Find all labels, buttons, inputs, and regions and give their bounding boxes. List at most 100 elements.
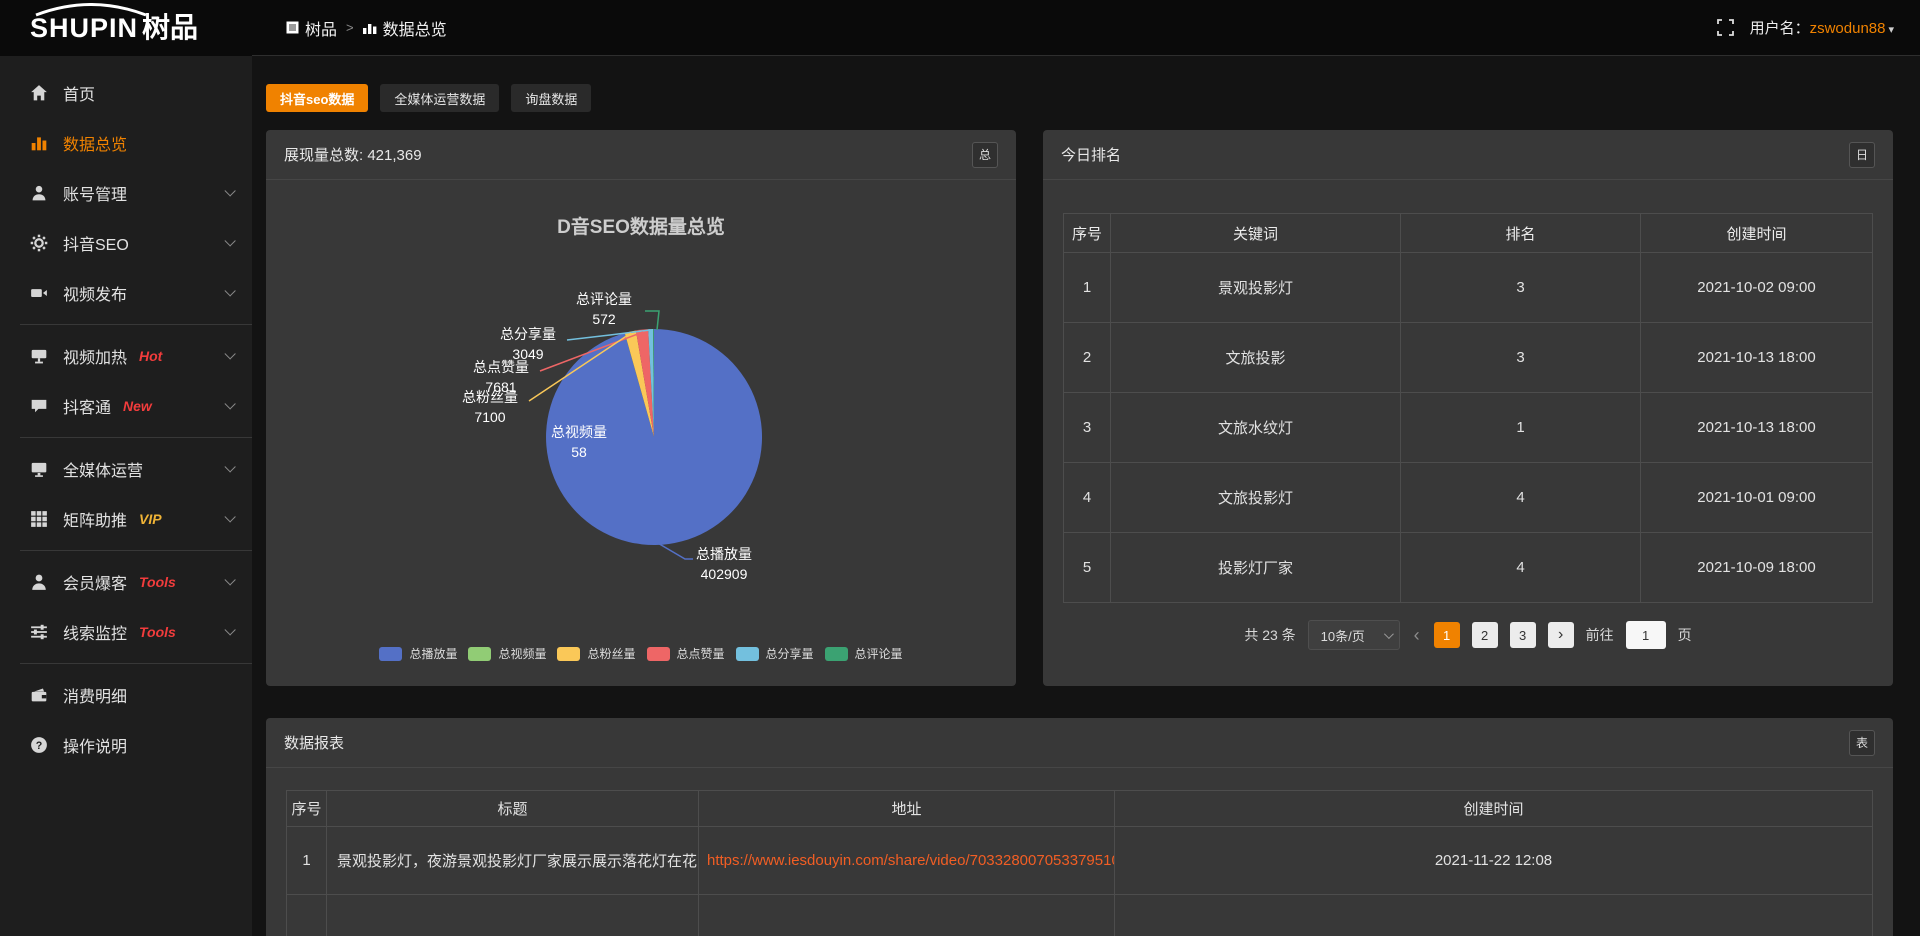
impressions-title: 展现量总数: 421,369 (284, 144, 422, 165)
total-toggle-button[interactable]: 总 (972, 142, 998, 168)
ranking-table: 序号 关键词 排名 创建时间 1景观投影灯32021-10-02 09:00 (1063, 213, 1873, 603)
badge-vip: VIP (139, 511, 162, 527)
legend-item-fans[interactable]: 总粉丝量 (557, 645, 635, 662)
page-size-select[interactable]: 10条/页 (1308, 620, 1400, 650)
person-icon (30, 573, 48, 591)
sidebar-item-video-heat[interactable]: 视频加热 Hot (0, 331, 252, 381)
user-icon (30, 184, 48, 202)
sidebar-item-video-publish[interactable]: 视频发布 (0, 268, 252, 318)
gear-icon (30, 234, 48, 252)
chart-legend: 总播放量 总视频量 总粉丝量 总点赞量 总分享量 总评论量 (266, 645, 1016, 662)
sidebar-item-home[interactable]: 首页 (0, 68, 252, 118)
tab-inquiry-data[interactable]: 询盘数据 (511, 84, 591, 112)
legend-item-likes[interactable]: 总点赞量 (647, 645, 725, 662)
home-icon (30, 84, 48, 102)
breadcrumb-current[interactable]: 数据总览 (363, 16, 447, 40)
fullscreen-icon[interactable] (1717, 19, 1734, 36)
chart-title: D音SEO数据量总览 (266, 212, 1016, 239)
next-page-button[interactable]: › (1548, 622, 1574, 648)
pagination-total: 共 23 条 (1244, 625, 1295, 645)
data-tabs: 抖音seo数据 全媒体运营数据 询盘数据 (266, 84, 1893, 112)
question-circle-icon: ? (30, 736, 48, 754)
sidebar-item-all-media[interactable]: 全媒体运营 (0, 444, 252, 494)
app-square-icon (286, 21, 299, 34)
sidebar-item-clue-monitor[interactable]: 线索监控 Tools (0, 607, 252, 657)
grid-icon (30, 510, 48, 528)
topbar: SHUPIN 树品 树品 > 数据总览 用户名：zswodun88▾ (0, 0, 1920, 56)
sidebar-item-account[interactable]: 账号管理 (0, 168, 252, 218)
username: zswodun88 (1810, 20, 1886, 37)
page-button-3[interactable]: 3 (1510, 622, 1536, 648)
table-row: 1 景观投影灯，夜游景观投影灯厂家展示展示落花灯在花园里的灯光投影应用效果 # … (287, 827, 1873, 895)
user-label: 用户名： (1750, 20, 1810, 37)
legend-item-videos[interactable]: 总视频量 (468, 645, 546, 662)
sidebar-item-member-tools[interactable]: 会员爆客 Tools (0, 557, 252, 607)
impressions-panel: 展现量总数: 421,369 总 D音SEO数据量总览 总评论 (266, 130, 1016, 686)
screen-heat-icon (30, 347, 48, 365)
sidebar-item-douyin-seo[interactable]: 抖音SEO (0, 218, 252, 268)
sidebar: 首页 数据总览 账号管理 抖音SEO 视频发布 视频加热 Hot (0, 56, 252, 936)
sidebar-item-matrix-boost[interactable]: 矩阵助推 VIP (0, 494, 252, 544)
prev-page-button[interactable]: ‹ (1412, 625, 1422, 646)
goto-label: 前往 (1586, 625, 1614, 645)
legend-item-comments[interactable]: 总评论量 (825, 645, 903, 662)
chevron-down-icon (224, 235, 235, 246)
breadcrumb: 树品 > 数据总览 (286, 16, 447, 40)
sidebar-divider (20, 324, 252, 325)
bar-chart-icon (363, 21, 377, 34)
sidebar-divider (20, 437, 252, 438)
table-row: 4文旅投影灯42021-10-01 09:00 (1064, 463, 1873, 533)
chevron-down-icon (224, 574, 235, 585)
page-button-2[interactable]: 2 (1472, 622, 1498, 648)
sidebar-item-consumption[interactable]: 消费明细 (0, 670, 252, 720)
chevron-down-icon (224, 461, 235, 472)
legend-item-shares[interactable]: 总分享量 (736, 645, 814, 662)
badge-tools: Tools (139, 574, 176, 590)
report-row-time: 2021-11-22 12:08 (1115, 827, 1873, 895)
chevron-down-icon (224, 185, 235, 196)
tab-all-media-data[interactable]: 全媒体运营数据 (380, 84, 499, 112)
legend-swatch (647, 647, 670, 661)
legend-swatch (468, 647, 491, 661)
logo-text-en: SHUPIN (30, 15, 138, 42)
badge-new: New (123, 398, 152, 414)
tab-douyin-seo-data[interactable]: 抖音seo数据 (266, 84, 368, 112)
table-header-row: 序号 关键词 排名 创建时间 (1064, 214, 1873, 253)
legend-swatch (379, 647, 402, 661)
video-url-link[interactable]: https://www.iesdouyin.com/share/video/70… (707, 852, 1115, 869)
sidebar-item-data-overview[interactable]: 数据总览 (0, 118, 252, 168)
table-row (287, 895, 1873, 936)
report-panel: 数据报表 表 序号 标题 地址 创建时间 (266, 718, 1893, 936)
sidebar-item-help[interactable]: ? 操作说明 (0, 720, 252, 770)
legend-item-plays[interactable]: 总播放量 (379, 645, 457, 662)
report-title: 数据报表 (284, 732, 344, 753)
legend-swatch (825, 647, 848, 661)
sidebar-item-douketong[interactable]: 抖客通 New (0, 381, 252, 431)
table-row: 5投影灯厂家42021-10-09 18:00 (1064, 533, 1873, 603)
table-toggle-button[interactable]: 表 (1849, 730, 1875, 756)
chevron-down-icon: ▾ (1888, 24, 1894, 36)
video-camera-icon (30, 284, 48, 302)
breadcrumb-root[interactable]: 树品 (286, 16, 337, 40)
breadcrumb-separator: > (346, 20, 354, 35)
svg-text:?: ? (36, 740, 43, 752)
logo-text-cn: 树品 (142, 14, 198, 42)
legend-swatch (736, 647, 759, 661)
logo: SHUPIN 树品 (0, 0, 252, 56)
pie-label-plays: 总播放量402909 (680, 545, 768, 584)
goto-page-input[interactable] (1626, 621, 1666, 649)
day-toggle-button[interactable]: 日 (1849, 142, 1875, 168)
legend-swatch (557, 647, 580, 661)
wallet-icon (30, 686, 48, 704)
badge-tools: Tools (139, 624, 176, 640)
user-menu[interactable]: 用户名：zswodun88▾ (1750, 17, 1894, 38)
report-table: 序号 标题 地址 创建时间 1 景观投影灯，夜游景观投影灯厂家展示展示落花灯在花… (286, 790, 1873, 936)
goto-unit: 页 (1678, 625, 1692, 645)
chevron-down-icon (224, 511, 235, 522)
monitor-icon (30, 460, 48, 478)
pie-chart: D音SEO数据量总览 总评论量572 总分享量3049 总点赞量7681 总粉丝… (266, 180, 1016, 686)
sliders-icon (30, 623, 48, 641)
page-button-1[interactable]: 1 (1434, 622, 1460, 648)
report-row-title: 景观投影灯，夜游景观投影灯厂家展示展示落花灯在花园里的灯光投影应用效果 # (327, 827, 699, 895)
sidebar-divider (20, 663, 252, 664)
